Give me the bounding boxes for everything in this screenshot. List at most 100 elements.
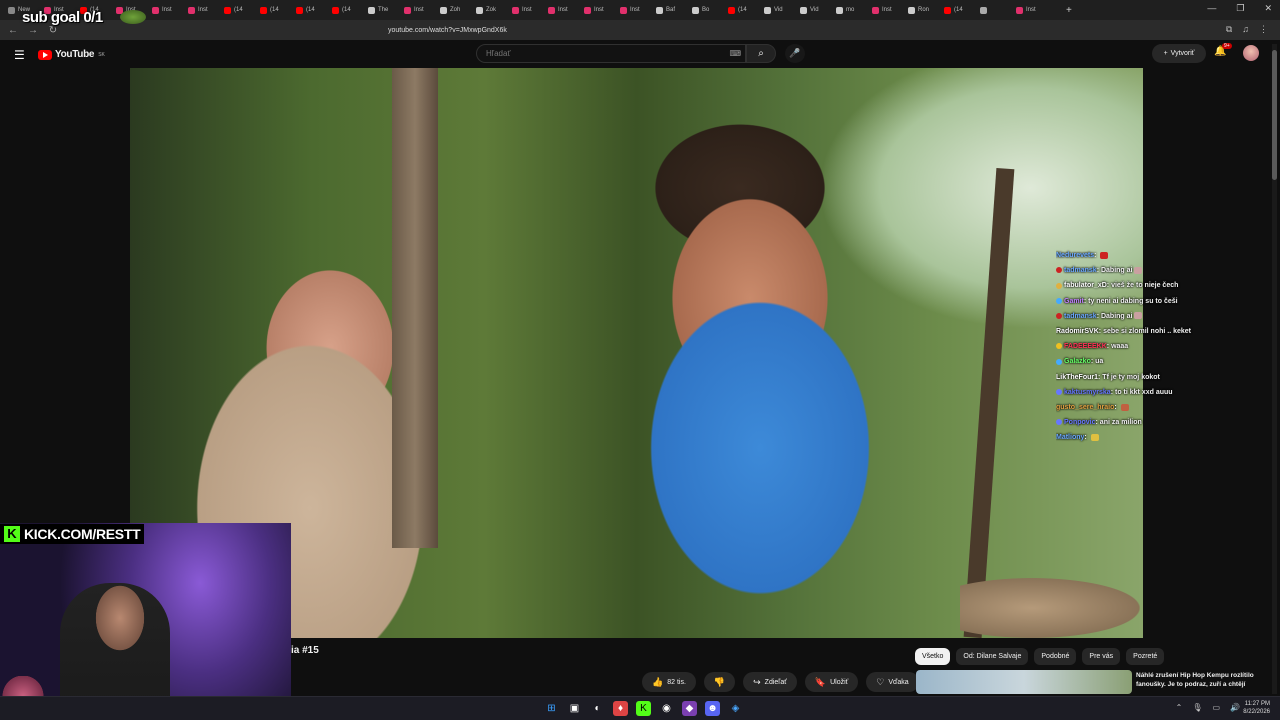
recommended-video-thumbnail[interactable] xyxy=(916,670,1132,694)
chip-all[interactable]: Všetko xyxy=(915,648,951,665)
reload-icon[interactable]: ↻ xyxy=(46,25,60,36)
network-icon[interactable]: ▭ xyxy=(1212,703,1220,712)
app-icon[interactable]: ◐ xyxy=(590,701,605,716)
browser-tab[interactable]: mo xyxy=(836,2,870,18)
region-code: SK xyxy=(98,51,105,58)
browser-tab-bar: NewInst(14InstInstInst(14(14(14(14TheIns… xyxy=(0,0,1280,20)
chat-emote-icon xyxy=(1100,251,1109,259)
browser-tab[interactable]: (14 xyxy=(944,2,978,18)
youtube-logo[interactable]: YouTube SK xyxy=(38,49,105,60)
browser-tab[interactable]: Bo xyxy=(692,2,726,18)
tab-label: (14 xyxy=(738,7,747,13)
chat-username: gusto_sere_hraio xyxy=(1056,404,1115,412)
tab-favicon-icon xyxy=(440,6,447,14)
new-tab-button[interactable]: + xyxy=(1066,5,1072,16)
browser-tab[interactable]: Inst xyxy=(188,2,222,18)
windows-start-icon[interactable]: ⊞ xyxy=(544,701,559,716)
thanks-label: Vďaka xyxy=(888,678,909,686)
url-text: youtube.com/watch?v=JMxwpGndX6k xyxy=(388,26,507,34)
browser-tab[interactable]: (14 xyxy=(296,2,330,18)
forward-icon[interactable]: → xyxy=(26,25,40,36)
discord-icon[interactable]: ☻ xyxy=(705,701,720,716)
browser-tab[interactable]: Inst xyxy=(584,2,618,18)
chat-username: FADEEEEKK xyxy=(1064,343,1107,351)
like-button[interactable]: 👍 82 tis. xyxy=(642,672,696,692)
browser-tab[interactable]: (14 xyxy=(332,2,366,18)
chip-related[interactable]: Podobné xyxy=(1034,648,1077,665)
chip-from-channel[interactable]: Od: Dilane Salvaje xyxy=(956,648,1029,665)
tab-favicon-icon xyxy=(512,6,519,14)
browser-tab[interactable]: Inst xyxy=(872,2,906,18)
obs-icon[interactable]: ◉ xyxy=(659,701,674,716)
hamburger-menu-icon[interactable]: ☰ xyxy=(14,48,25,62)
chat-emote-icon xyxy=(1134,266,1143,274)
extension-icons: ⧉ ♫ ⋮ xyxy=(1226,24,1268,35)
url-field[interactable]: youtube.com/watch?v=JMxwpGndX6k xyxy=(372,23,912,37)
browser-tab[interactable]: Inst xyxy=(1016,2,1050,18)
left-background xyxy=(0,68,130,523)
back-icon[interactable]: ← xyxy=(6,25,20,36)
browser-tab[interactable]: Inst xyxy=(512,2,546,18)
save-label: Uložiť xyxy=(830,678,849,686)
browser-tab[interactable]: (14 xyxy=(728,2,762,18)
browser-tab[interactable]: Inst xyxy=(620,2,654,18)
account-avatar[interactable] xyxy=(1243,45,1259,61)
chat-username: RadomirSVK xyxy=(1056,328,1099,336)
minimize-button[interactable]: — xyxy=(1207,3,1216,14)
browser-tab[interactable]: Zoh xyxy=(440,2,474,18)
browser-tab[interactable]: Ron xyxy=(908,2,942,18)
browser-tab[interactable]: Zok xyxy=(476,2,510,18)
volume-icon[interactable]: 🔊 xyxy=(1230,703,1240,712)
media-icon[interactable]: ♫ xyxy=(1242,24,1249,35)
extensions-icon[interactable]: ⧉ xyxy=(1226,24,1232,35)
steam-icon[interactable]: ◈ xyxy=(728,701,743,716)
tab-label: Inst xyxy=(522,7,532,13)
search-box: ⌨ xyxy=(476,44,746,63)
voice-search-button[interactable]: 🎤 xyxy=(785,44,805,63)
brave-browser-icon[interactable]: ♦ xyxy=(613,701,628,716)
tab-favicon-icon xyxy=(260,6,267,14)
browser-tab[interactable]: The xyxy=(368,2,402,18)
close-window-button[interactable]: ✕ xyxy=(1264,3,1272,14)
tab-label: Baf xyxy=(666,7,676,13)
chevron-up-icon[interactable]: ⌃ xyxy=(1176,703,1183,712)
search-icon: ⌕ xyxy=(758,48,764,59)
chat-username: tadmansk xyxy=(1064,267,1097,275)
mic-tray-icon[interactable]: 🎙 xyxy=(1192,703,1202,712)
browser-tab[interactable]: (14 xyxy=(224,2,258,18)
keyboard-icon[interactable]: ⌨ xyxy=(729,49,741,58)
chat-badge-icon xyxy=(1056,343,1062,350)
task-view-icon[interactable]: ▣ xyxy=(567,701,582,716)
browser-tab[interactable]: Inst xyxy=(152,2,186,18)
taskbar-clock[interactable]: 11:27 PM 8/22/2026 xyxy=(1243,700,1270,716)
chip-watched[interactable]: Pozreté xyxy=(1126,648,1165,665)
search-button[interactable]: ⌕ xyxy=(746,44,776,63)
chip-for-you[interactable]: Pre vás xyxy=(1082,648,1121,665)
tab-label: Zok xyxy=(486,7,497,13)
maximize-button[interactable]: ❐ xyxy=(1236,3,1244,14)
browser-tab[interactable]: Inst xyxy=(404,2,438,18)
app-icon[interactable]: ◆ xyxy=(682,701,697,716)
tab-favicon-icon xyxy=(332,6,339,14)
dislike-button[interactable]: 👎 xyxy=(703,672,736,692)
save-button[interactable]: 🔖 Uložiť xyxy=(804,672,859,692)
browser-tab[interactable]: Inst xyxy=(548,2,582,18)
browser-tab[interactable]: (14 xyxy=(260,2,294,18)
recommended-video-title[interactable]: Náhlé zrušení Hip Hop Kempu rozlítilo fa… xyxy=(1136,671,1266,689)
create-button[interactable]: + Vytvoriť xyxy=(1152,44,1206,63)
menu-icon[interactable]: ⋮ xyxy=(1259,24,1268,35)
browser-tab[interactable] xyxy=(980,2,1014,18)
chat-badge-icon xyxy=(1056,358,1062,365)
browser-tab[interactable]: Baf xyxy=(656,2,690,18)
search-input[interactable] xyxy=(486,49,716,58)
thanks-button[interactable]: ♡ Vďaka xyxy=(866,672,919,692)
browser-tab[interactable]: Vid xyxy=(764,2,798,18)
chat-message: LikTheFour1: Tf je ty moj kokot xyxy=(1056,370,1206,385)
scrollbar-thumb[interactable] xyxy=(1272,50,1277,180)
clock-date: 8/22/2026 xyxy=(1243,709,1270,715)
browser-tab[interactable]: Vid xyxy=(800,2,834,18)
kick-app-icon[interactable]: K xyxy=(636,701,651,716)
sub-goal-overlay: sub goal 0/1 xyxy=(22,9,103,26)
tab-favicon-icon xyxy=(224,6,231,14)
share-button[interactable]: ↪ Zdieľať xyxy=(743,672,797,692)
